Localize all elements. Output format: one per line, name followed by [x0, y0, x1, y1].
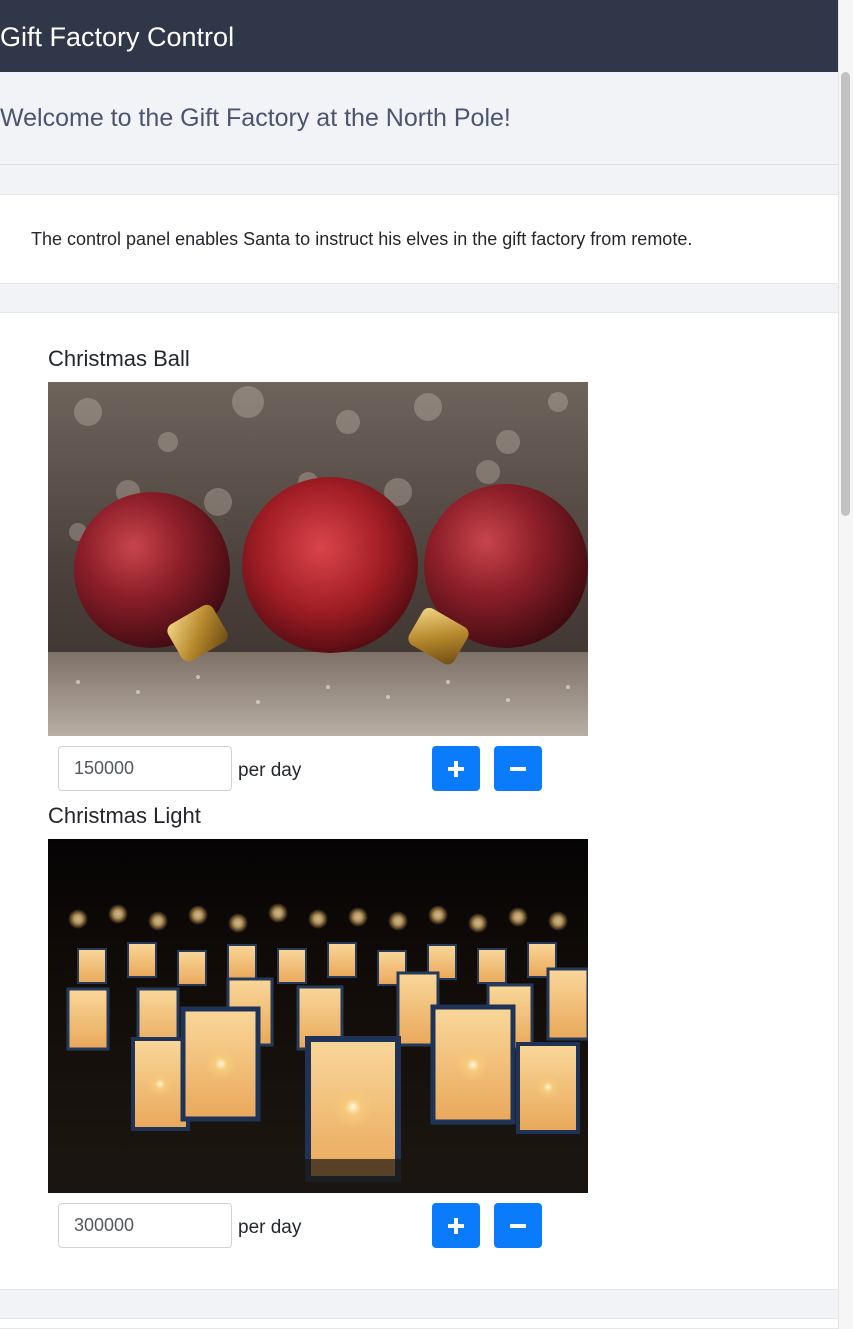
minus-icon	[510, 766, 526, 771]
product-title-christmas-ball: Christmas Ball	[48, 346, 190, 371]
products-card: Christmas Ball 150000 per day Christmas …	[0, 312, 838, 1290]
increase-christmas-ball-button[interactable]	[432, 746, 480, 791]
plus-icon	[448, 760, 464, 777]
scrollbar-thumb[interactable]	[841, 72, 850, 516]
minus-icon	[510, 1223, 526, 1228]
plus-icon	[448, 1217, 464, 1234]
page-title: Welcome to the Gift Factory at the North…	[0, 104, 511, 132]
per-day-label: per day	[238, 1217, 302, 1238]
next-card	[0, 1318, 838, 1329]
increase-christmas-light-button[interactable]	[432, 1203, 480, 1248]
product-title-christmas-light: Christmas Light	[48, 803, 201, 828]
christmas-ball-image	[48, 382, 588, 736]
christmas-light-image	[48, 839, 588, 1193]
decrease-christmas-light-button[interactable]	[494, 1203, 542, 1248]
divider	[0, 164, 838, 165]
decrease-christmas-ball-button[interactable]	[494, 746, 542, 791]
app-title: Gift Factory Control	[0, 22, 235, 52]
per-day-label: per day	[238, 760, 302, 781]
intro-text: The control panel enables Santa to instr…	[31, 229, 693, 249]
top-navbar: Gift Factory Control	[0, 0, 838, 72]
christmas-ball-quantity-input[interactable]	[58, 746, 232, 791]
intro-card: The control panel enables Santa to instr…	[0, 194, 838, 284]
christmas-light-quantity-input[interactable]	[58, 1203, 232, 1248]
